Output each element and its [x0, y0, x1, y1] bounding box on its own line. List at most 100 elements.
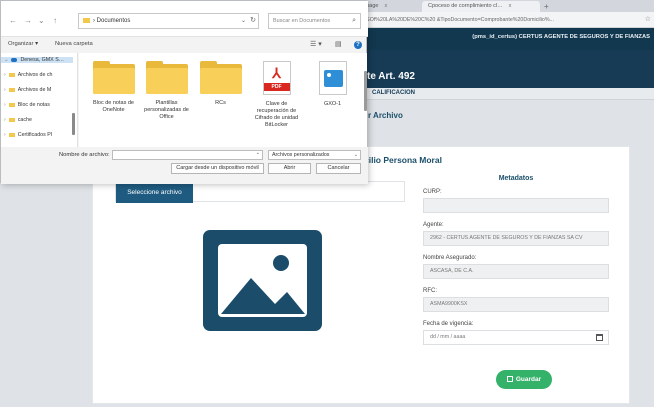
- image-file-icon: [318, 61, 347, 95]
- organize-menu[interactable]: Organizar ▾: [8, 41, 38, 47]
- browser-tab-strip: ... gapagex Cpoceso de cornplimiento cl……: [330, 0, 654, 12]
- nav-item-folder[interactable]: › Certificados PI: [4, 132, 52, 138]
- folder-icon: [199, 61, 242, 94]
- open-button[interactable]: Abrir: [268, 163, 311, 174]
- file-item-folder[interactable]: Bloc de notas de OneNote: [86, 61, 141, 114]
- filename-input[interactable]: ⌄: [112, 150, 263, 160]
- rfc-field[interactable]: ASMA9900KSX: [423, 297, 609, 312]
- browser-tab-active[interactable]: Cpoceso de cornplimiento cl… x: [422, 1, 540, 12]
- nav-item-label: Denesa, GMX S…: [20, 57, 65, 63]
- folder-icon: [8, 102, 15, 107]
- filetype-value: Archivos personalizados: [272, 152, 330, 158]
- new-tab-button[interactable]: +: [544, 1, 549, 12]
- curp-field[interactable]: [423, 198, 609, 213]
- recent-locations-icon[interactable]: ⌄: [38, 16, 45, 25]
- nav-item-onedrive[interactable]: ⌄ Denesa, GMX S…: [1, 57, 73, 63]
- scrollbar-thumb[interactable]: [364, 71, 367, 111]
- section-heading: r Archivo: [368, 111, 403, 120]
- upload-card: cilio Persona Moral Seleccione archivo M…: [92, 146, 630, 404]
- tab-label: Cpoceso de cornplimiento cl…: [428, 3, 503, 9]
- user-company-label: (pms_id_certus) CERTUS AGENTE DE SEGUROS…: [472, 34, 650, 40]
- file-picker[interactable]: Seleccione archivo: [115, 181, 405, 203]
- nav-item-label: Archivos de ch: [17, 72, 53, 78]
- nav-item-folder[interactable]: › Archivos de M: [4, 87, 51, 93]
- view-options-icon[interactable]: ☰ ▾: [310, 40, 322, 48]
- agente-label: Agente:: [423, 222, 444, 228]
- fecha-vigencia-label: Fecha de vigencia:: [423, 321, 474, 327]
- save-button[interactable]: Guardar: [496, 370, 552, 389]
- preview-pane-icon[interactable]: ▤: [335, 40, 342, 48]
- agente-field[interactable]: 2962 - CERTUS AGENTE DE SEGUROS Y DE FIA…: [423, 231, 609, 246]
- dialog-navigation: ← → ⌄ ↑ › Documentos ⌄ ↻ Buscar en Docum…: [1, 1, 368, 37]
- file-item-label: Clave de recuperación de Cifrado de unid…: [254, 101, 299, 128]
- image-placeholder-icon: [203, 230, 322, 331]
- load-from-mobile-button[interactable]: Cargar desde un dispositivo móvil: [171, 163, 264, 174]
- file-item-label: RCs: [215, 100, 226, 106]
- search-icon[interactable]: ⌕: [352, 14, 356, 28]
- date-placeholder: dd / mm / aaaa: [430, 334, 466, 340]
- nombre-asegurado-field[interactable]: ASCASA, DE C.A.: [423, 264, 609, 279]
- acrobat-glyph: ⅄: [272, 65, 281, 81]
- save-label: Guardar: [515, 376, 542, 383]
- rfc-label: RFC:: [423, 288, 437, 294]
- chevron-right-icon: ›: [4, 102, 6, 108]
- folder-icon: [83, 18, 90, 23]
- curp-label: CURP:: [423, 189, 442, 195]
- metadata-title: Metadatos: [498, 175, 534, 182]
- folder-icon: [92, 61, 135, 94]
- up-arrow-icon[interactable]: ↑: [53, 16, 57, 25]
- chevron-down-icon: ⌄: [353, 152, 358, 158]
- calendar-icon[interactable]: [596, 334, 603, 341]
- cloud-icon: [11, 57, 18, 62]
- chevron-right-icon: ›: [4, 117, 6, 123]
- back-arrow-icon[interactable]: ←: [9, 16, 17, 25]
- filename-label: Nombre de archivo:: [59, 152, 110, 158]
- navigation-pane: ⌄ Denesa, GMX S… › Archivos de ch › Archivo…: [1, 53, 78, 147]
- file-item-folder[interactable]: Plantillas personalizadas de Office: [139, 61, 194, 121]
- nav-item-folder[interactable]: › Archivos de ch: [4, 72, 53, 78]
- folder-icon: [145, 61, 188, 94]
- folder-icon: [8, 132, 15, 137]
- refresh-icon[interactable]: ↻: [250, 14, 256, 28]
- fecha-vigencia-field[interactable]: dd / mm / aaaa: [423, 330, 609, 345]
- address-bar[interactable]: › Documentos ⌄ ↻: [78, 13, 259, 29]
- file-item-image[interactable]: GXO-1: [305, 61, 360, 108]
- folder-icon: [8, 117, 15, 122]
- tab-close-icon[interactable]: x: [384, 3, 387, 9]
- search-placeholder: Buscar en Documentos: [273, 18, 331, 24]
- url-text[interactable]: ...ncSodal=ASOf%20LA%20DE%20C%20 &TipoDo…: [336, 15, 640, 26]
- nombre-asegurado-label: Nombre Asegurado:: [423, 255, 477, 261]
- card-title: cilio Persona Moral: [364, 155, 442, 165]
- folder-icon: [8, 87, 15, 92]
- star-icon[interactable]: ☆: [645, 15, 651, 23]
- subnav-item-calificacion[interactable]: CALIFICACION: [372, 90, 415, 96]
- file-item-label: GXO-1: [323, 101, 342, 107]
- browser-url-bar[interactable]: ...ncSodal=ASOf%20LA%20DE%20C%20 &TipoDo…: [330, 12, 654, 28]
- page-title: te Art. 492: [367, 71, 415, 82]
- chevron-down-icon: ⌄: [4, 57, 9, 63]
- select-file-button[interactable]: Seleccione archivo: [116, 182, 193, 203]
- address-text: Documentos: [96, 18, 131, 24]
- nav-item-folder[interactable]: › Bloc de notas: [4, 102, 50, 108]
- file-item-label: Bloc de notas de OneNote: [93, 100, 134, 113]
- file-open-dialog: ← → ⌄ ↑ › Documentos ⌄ ↻ Buscar en Docum…: [0, 0, 368, 184]
- chevron-down-icon[interactable]: ⌄: [241, 14, 246, 28]
- folder-icon: [8, 72, 15, 77]
- new-folder-button[interactable]: Nueva carpeta: [55, 41, 93, 47]
- nav-item-folder[interactable]: › cache: [4, 117, 32, 123]
- filetype-select[interactable]: Archivos personalizados ⌄: [268, 150, 361, 160]
- file-item-pdf[interactable]: ⅄ PDF Clave de recuperación de Cifrado d…: [249, 61, 304, 129]
- search-input[interactable]: Buscar en Documentos ⌕: [268, 13, 361, 29]
- nav-item-label: Certificados PI: [17, 132, 53, 138]
- dialog-toolbar: Organizar ▾ Nueva carpeta ☰ ▾ ▤ ?: [1, 38, 368, 52]
- forward-arrow-icon[interactable]: →: [24, 16, 32, 25]
- file-item-folder[interactable]: RCs: [193, 61, 248, 107]
- chevron-right-icon: ›: [4, 132, 6, 138]
- chevron-right-icon: ›: [4, 87, 6, 93]
- help-icon[interactable]: ?: [354, 41, 362, 49]
- file-list-pane: Bloc de notas de OneNote Plantillas pers…: [79, 53, 367, 147]
- chevron-down-icon[interactable]: ⌄: [256, 150, 260, 156]
- scrollbar-thumb[interactable]: [72, 113, 75, 135]
- tab-close-icon[interactable]: x: [509, 3, 512, 9]
- cancel-button[interactable]: Cancelar: [316, 163, 361, 174]
